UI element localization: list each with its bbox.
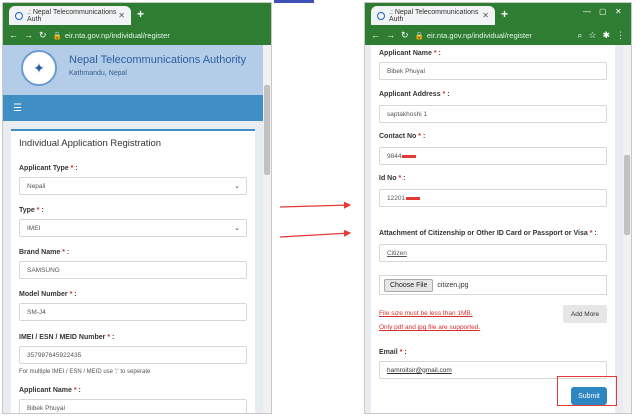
email-label: Email * :: [379, 349, 407, 356]
attachment-label: Attachment of Citizenship or Other ID Ca…: [379, 230, 597, 237]
applicant-name-input[interactable]: Bibek Phuyal: [379, 62, 607, 80]
browser-tab[interactable]: .: Nepal Telecommunications Auth ✕: [371, 6, 495, 25]
maximize-icon[interactable]: ▢: [599, 7, 607, 16]
tab-bar: .: Nepal Telecommunications Auth ✕ +: [3, 3, 271, 25]
applicant-address-input[interactable]: saptakhoshi 1: [379, 105, 607, 123]
brand-name-input[interactable]: SAMSUNG: [19, 261, 247, 279]
extensions-icon[interactable]: ✱: [602, 30, 610, 41]
forward-icon[interactable]: →: [386, 30, 395, 40]
brand-name-label: Brand Name * :: [19, 249, 70, 256]
menu-icon[interactable]: ☰: [13, 103, 22, 114]
nta-logo-icon: ✦: [21, 50, 57, 86]
id-no-input[interactable]: 12201: [379, 189, 607, 207]
contact-no-label: Contact No * :: [379, 133, 426, 140]
tab-title: .: Nepal Telecommunications Auth: [27, 8, 117, 23]
url-field[interactable]: 🔒 eir.nta.gov.np/individual/register: [415, 31, 572, 40]
left-browser-window: .: Nepal Telecommunications Auth ✕ + ← →…: [2, 2, 272, 414]
back-icon[interactable]: ←: [9, 30, 18, 40]
contact-no-input[interactable]: 9844: [379, 147, 607, 165]
site-header: ✦ Nepal Telecommunications Authority Kat…: [3, 45, 263, 95]
imei-input[interactable]: 357987645922435: [19, 346, 247, 364]
scroll-thumb[interactable]: [624, 155, 630, 235]
applicant-type-select[interactable]: Nepali ⌄: [19, 177, 247, 195]
registration-card: Individual Application Registration Appl…: [11, 129, 255, 413]
model-number-label: Model Number * :: [19, 291, 77, 298]
new-tab-icon[interactable]: +: [137, 7, 144, 21]
close-window-icon[interactable]: ✕: [615, 7, 622, 16]
scrollbar[interactable]: [623, 45, 631, 413]
minimize-icon[interactable]: —: [583, 7, 591, 16]
site-favicon-icon: [377, 11, 385, 20]
lock-icon: 🔒: [414, 30, 424, 40]
chosen-file-name: citizen.jpg: [437, 281, 469, 289]
page-content: ✦ Nepal Telecommunications Authority Kat…: [3, 45, 271, 413]
type-label: Type * :: [19, 207, 44, 214]
scroll-thumb[interactable]: [264, 85, 270, 175]
tab-title: .: Nepal Telecommunications Auth: [389, 8, 479, 23]
forward-icon[interactable]: →: [24, 30, 33, 40]
close-tab-icon[interactable]: ✕: [118, 11, 125, 20]
new-tab-icon[interactable]: +: [501, 7, 508, 21]
address-bar: ← → ↻ 🔒 eir.nta.gov.np/individual/regist…: [365, 25, 631, 45]
chevron-down-icon: ⌄: [234, 183, 240, 190]
type-select[interactable]: IMEI ⌄: [19, 219, 247, 237]
reload-icon[interactable]: ↻: [401, 30, 409, 41]
reload-icon[interactable]: ↻: [39, 30, 47, 41]
browser-tab[interactable]: .: Nepal Telecommunications Auth ✕: [9, 6, 131, 25]
applicant-name-label: Applicant Name * :: [379, 50, 441, 57]
url-field[interactable]: 🔒 eir.nta.gov.np/individual/register: [53, 31, 265, 40]
applicant-name-input[interactable]: Bibek Phuyal: [19, 399, 247, 413]
close-tab-icon[interactable]: ✕: [482, 11, 489, 20]
redaction-mark: [406, 196, 421, 200]
applicant-name-label: Applicant Name * :: [19, 387, 81, 394]
choose-file-button[interactable]: Choose File: [384, 278, 434, 292]
form-title: Individual Application Registration: [19, 138, 162, 149]
file-size-warning: File size must be less than 1MB.: [379, 310, 473, 317]
address-bar: ← → ↻ 🔒 eir.nta.gov.np/individual/regist…: [3, 25, 271, 45]
id-no-label: Id No * :: [379, 175, 406, 182]
page-content: Applicant Name * : Bibek Phuyal Applican…: [365, 45, 631, 413]
add-more-button[interactable]: Add More: [563, 305, 607, 323]
tab-bar: .: Nepal Telecommunications Auth ✕ + — ▢…: [365, 3, 631, 25]
file-type-warning: Only pdf and jpg file are supported.: [379, 324, 481, 331]
arrow-bottom: [279, 229, 352, 238]
applicant-address-label: Applicant Address * :: [379, 91, 450, 98]
arrow-top: [279, 201, 352, 209]
registration-card: Applicant Name * : Bibek Phuyal Applican…: [371, 45, 615, 413]
submit-highlight-box: [557, 376, 617, 406]
scrollbar[interactable]: [263, 45, 271, 413]
menu-dots-icon[interactable]: ⋮: [616, 30, 625, 41]
top-divider: [274, 0, 314, 3]
attachment-type-input[interactable]: Citizen: [379, 244, 607, 262]
nav-bar: ☰: [3, 95, 263, 121]
search-icon[interactable]: ⌕: [577, 30, 582, 41]
url-text: eir.nta.gov.np/individual/register: [64, 30, 170, 40]
lock-icon: 🔒: [52, 30, 62, 40]
model-number-input[interactable]: SM-J4: [19, 303, 247, 321]
chevron-down-icon: ⌄: [234, 225, 240, 232]
right-browser-window: .: Nepal Telecommunications Auth ✕ + — ▢…: [364, 2, 632, 414]
imei-help-text: For multiple IMEI / ESN / MEID use ';' t…: [19, 369, 151, 375]
star-icon[interactable]: ☆: [588, 30, 596, 41]
url-text: eir.nta.gov.np/individual/register: [426, 30, 532, 40]
file-upload: Choose File citizen.jpg: [379, 275, 607, 295]
site-favicon-icon: [15, 11, 23, 20]
applicant-type-label: Applicant Type * :: [19, 165, 78, 172]
org-subtitle: Kathmandu, Nepal: [69, 70, 127, 77]
org-title: Nepal Telecommunications Authority: [69, 54, 247, 66]
redaction-mark: [402, 154, 417, 158]
form-area: Individual Application Registration Appl…: [3, 121, 263, 413]
imei-label: IMEI / ESN / MEID Number * :: [19, 334, 115, 341]
back-icon[interactable]: ←: [371, 30, 380, 40]
